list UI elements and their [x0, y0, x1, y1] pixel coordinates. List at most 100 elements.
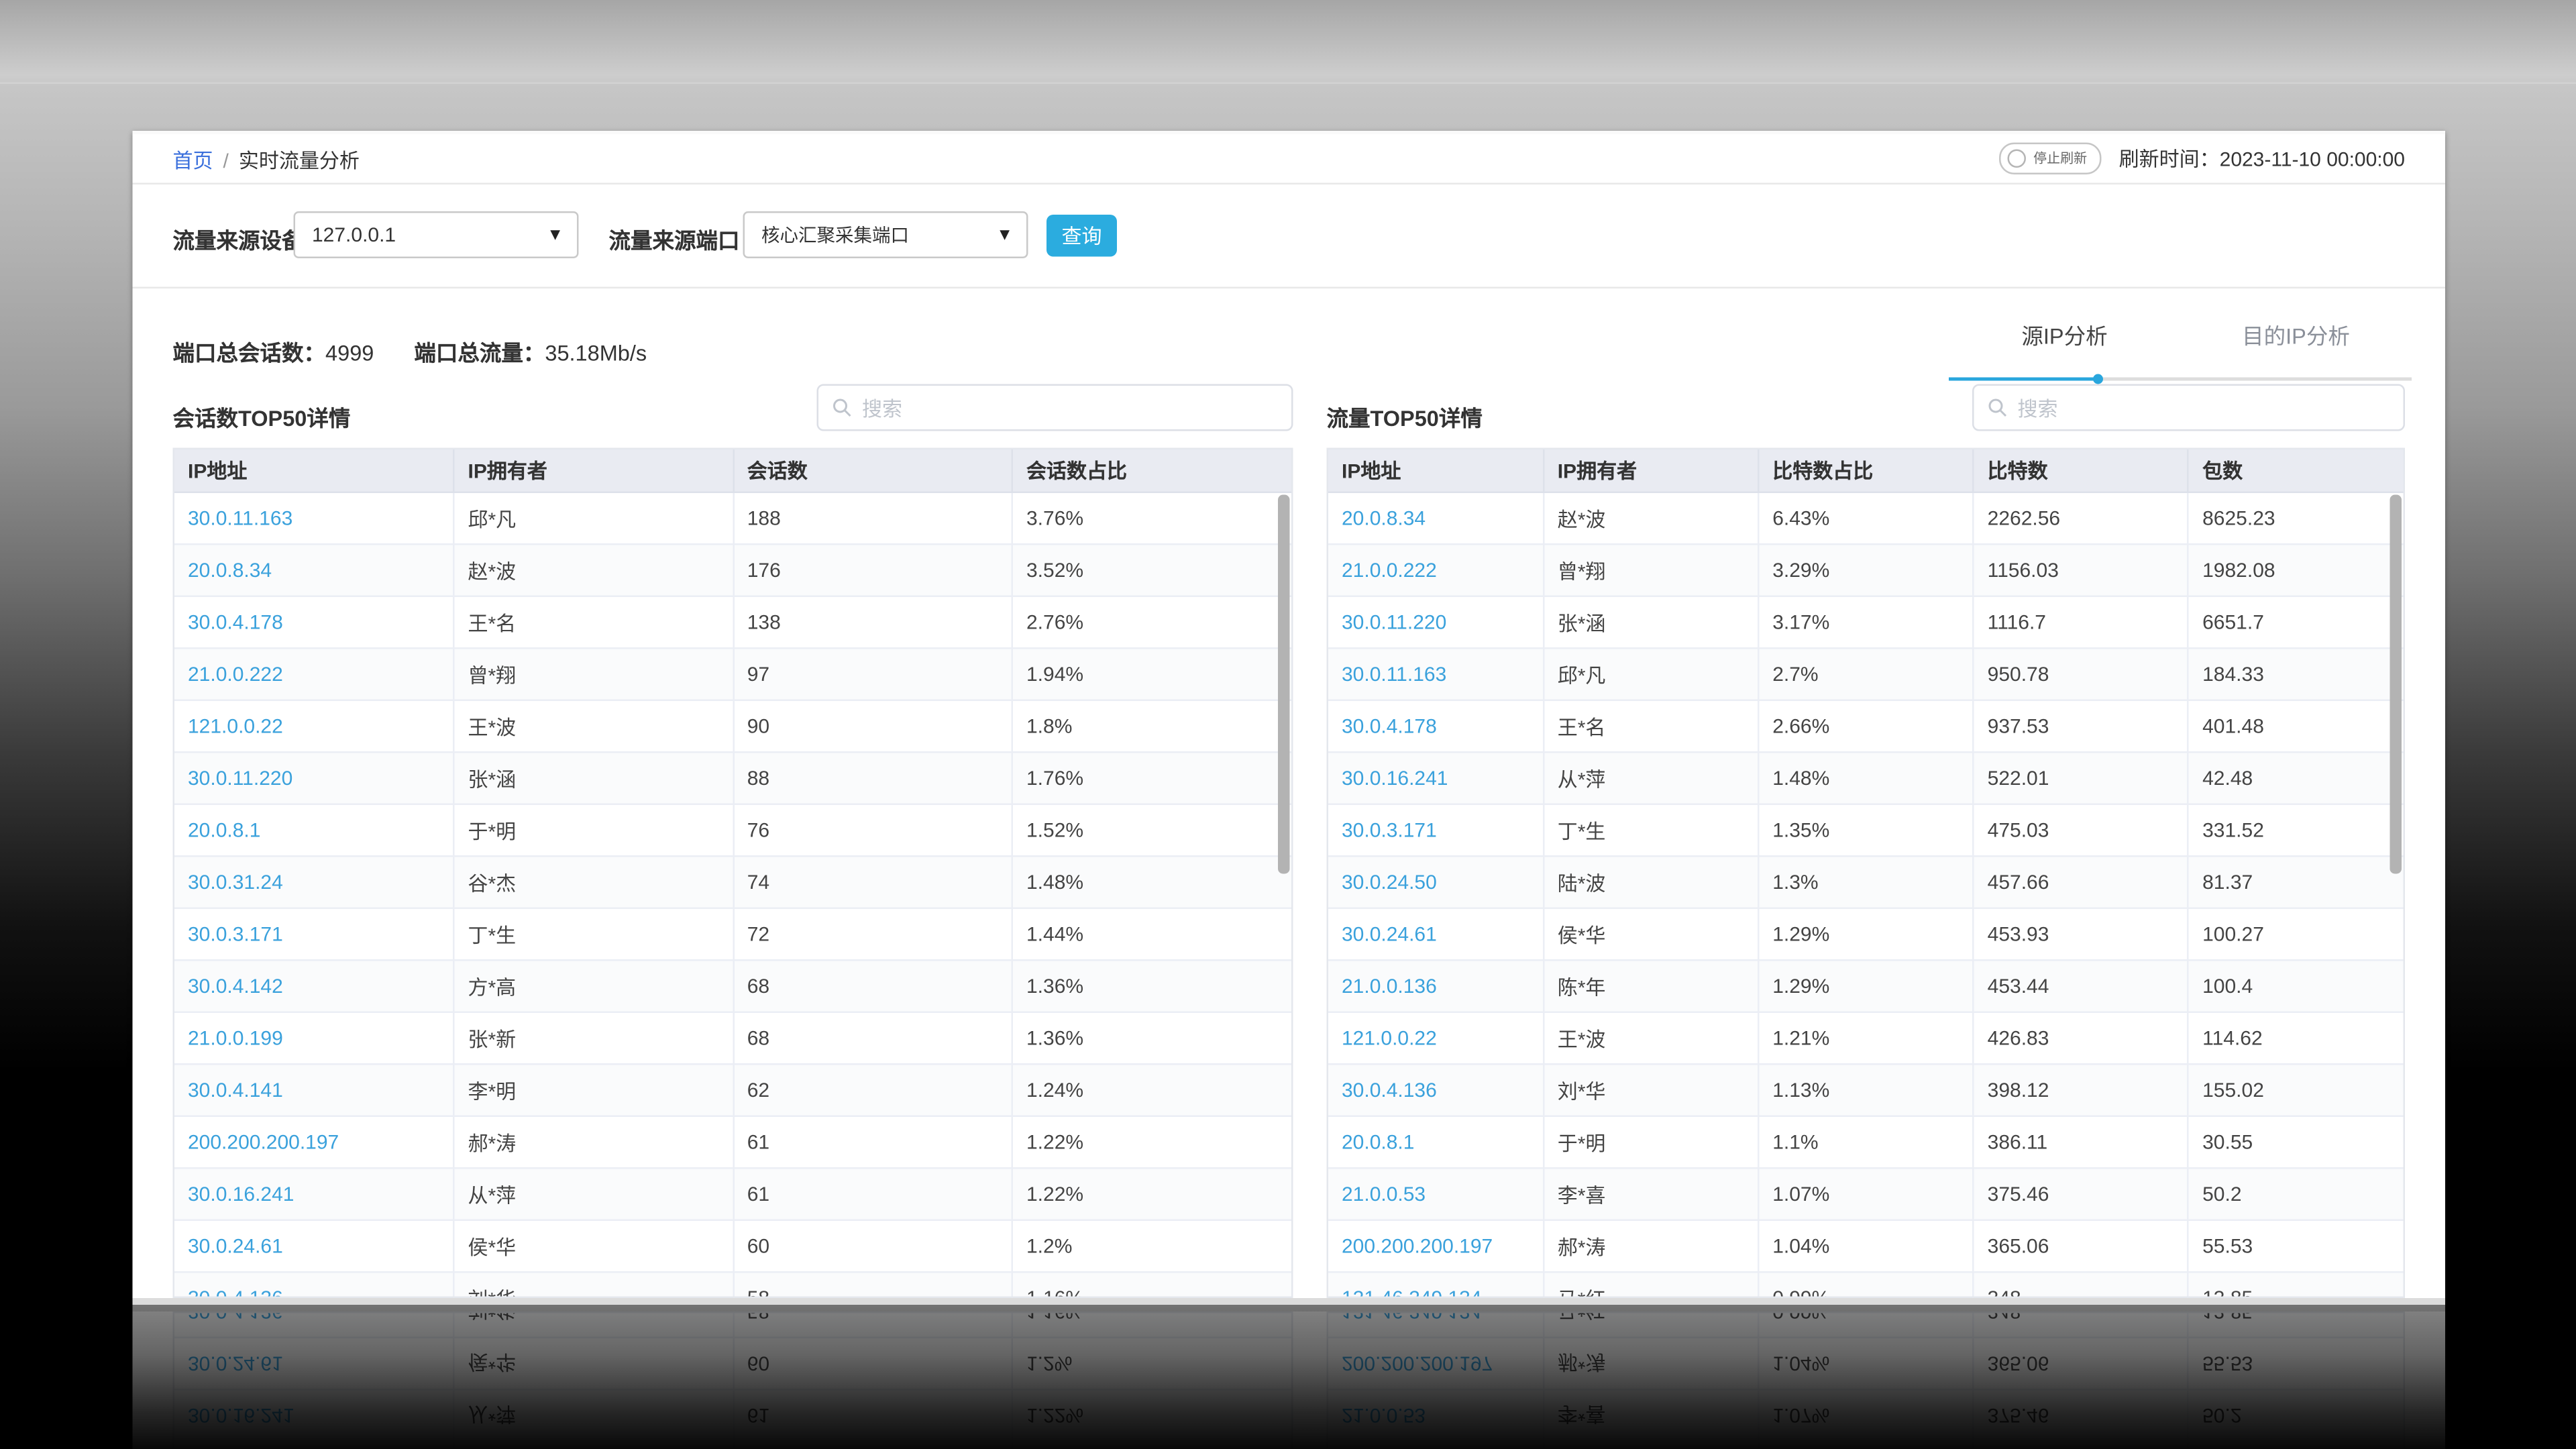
- traffic-panel-title: 流量TOP50详情: [1327, 401, 1483, 433]
- traffic-table: IP地址IP拥有者比特数占比比特数包数 20.0.8.34赵*波6.43%226…: [1327, 448, 2406, 1299]
- data-cell: 522.01: [1973, 752, 2188, 804]
- data-cell: 1.22%: [1012, 1116, 1291, 1169]
- sessions-panel-title: 会话数TOP50详情: [173, 401, 351, 433]
- column-header: 会话数占比: [1012, 449, 1291, 492]
- ip-address-cell: 30.0.16.241: [174, 1168, 453, 1220]
- port-select[interactable]: 核心汇聚采集端口 ▼: [743, 211, 1028, 258]
- data-cell: 1.48%: [1012, 856, 1291, 908]
- table-row: 30.0.24.61侯*华601.2%: [174, 1220, 1291, 1273]
- traffic-search-input[interactable]: 搜索: [1972, 384, 2405, 431]
- ip-address-link[interactable]: 20.0.8.1: [188, 818, 260, 842]
- ip-address-cell: 30.0.24.50: [1328, 856, 1543, 908]
- ip-address-cell: 30.0.11.163: [174, 492, 453, 545]
- ip-address-link[interactable]: 121.0.0.22: [1342, 1026, 1437, 1050]
- data-cell: 赵*波: [453, 544, 733, 596]
- ip-address-link[interactable]: 30.0.4.142: [188, 975, 283, 998]
- stop-refresh-toggle[interactable]: 停止刷新: [2000, 142, 2102, 174]
- ip-address-cell: 21.0.0.53: [1328, 1168, 1543, 1220]
- data-cell: 张*涵: [453, 752, 733, 804]
- sessions-total-label: 端口总会话数：: [173, 341, 326, 366]
- ip-address-link[interactable]: 21.0.0.136: [1342, 975, 1437, 998]
- ip-address-link[interactable]: 30.0.4.178: [1342, 714, 1437, 738]
- table-row: 30.0.3.171丁*生1.35%475.03331.52: [1328, 804, 2404, 857]
- ip-address-link[interactable]: 21.0.0.199: [188, 1026, 283, 1050]
- data-cell: 0.99%: [1758, 1272, 1973, 1298]
- ip-address-link[interactable]: 21.0.0.222: [188, 663, 283, 686]
- ip-address-cell: 30.0.4.142: [174, 960, 453, 1012]
- device-select-label: 流量来源设备: [173, 223, 304, 256]
- ip-address-link[interactable]: 20.0.8.34: [188, 559, 272, 582]
- ip-address-cell: 21.0.0.136: [1328, 960, 1543, 1012]
- ip-address-cell: 121.46.249.134: [1328, 1272, 1543, 1298]
- data-cell: 1.36%: [1012, 960, 1291, 1012]
- ip-address-link[interactable]: 21.0.0.53: [1342, 1183, 1426, 1206]
- table-row: 21.0.0.222曾*翔971.94%: [174, 648, 1291, 700]
- table-row: 30.0.4.178王*名2.66%937.53401.48: [1328, 700, 2404, 753]
- sessions-search-input[interactable]: 搜索: [817, 384, 1293, 431]
- tab-dest-ip[interactable]: 目的IP分析: [2180, 319, 2412, 351]
- data-cell: 从*萍: [453, 1168, 733, 1220]
- breadcrumb: 首页/实时流量分析: [173, 146, 360, 175]
- ip-address-link[interactable]: 30.0.11.163: [1342, 663, 1446, 686]
- data-cell: 于*明: [1543, 1116, 1758, 1169]
- ip-address-link[interactable]: 30.0.16.241: [188, 1183, 294, 1206]
- data-cell: 453.93: [1973, 908, 2188, 961]
- ip-address-link[interactable]: 30.0.24.50: [1342, 871, 1437, 894]
- ip-address-link[interactable]: 30.0.24.61: [1342, 922, 1437, 946]
- table-row: 21.0.0.222曾*翔3.29%1156.031982.08: [1328, 544, 2404, 596]
- sessions-table-scrollbar[interactable]: [1278, 495, 1290, 874]
- table-row: 200.200.200.197郝*涛1.04%365.0655.53: [1328, 1220, 2404, 1273]
- data-cell: 398.12: [1973, 1064, 2188, 1116]
- ip-address-cell: 30.0.11.163: [1328, 648, 1543, 700]
- ip-address-link[interactable]: 30.0.16.241: [1342, 767, 1448, 790]
- ip-address-link[interactable]: 30.0.11.163: [188, 506, 292, 530]
- ip-address-link[interactable]: 30.0.3.171: [1342, 818, 1437, 842]
- data-cell: 68: [733, 960, 1012, 1012]
- ip-address-link[interactable]: 30.0.24.61: [188, 1234, 283, 1258]
- query-button[interactable]: 查询: [1046, 215, 1117, 257]
- tab-source-ip[interactable]: 源IP分析: [1949, 319, 2180, 351]
- sessions-table-header: IP地址IP拥有者会话数会话数占比: [174, 449, 1291, 492]
- data-cell: 郝*涛: [453, 1116, 733, 1169]
- ip-address-cell: 121.0.0.22: [1328, 1012, 1543, 1065]
- data-cell: 陈*年: [1543, 960, 1758, 1012]
- ip-address-link[interactable]: 21.0.0.222: [1342, 559, 1437, 582]
- ip-address-link[interactable]: 121.0.0.22: [188, 714, 283, 738]
- data-cell: 丁*生: [1543, 804, 1758, 857]
- ip-address-link[interactable]: 30.0.31.24: [188, 871, 283, 894]
- chevron-down-icon: ▼: [547, 227, 564, 246]
- ip-address-link[interactable]: 200.200.200.197: [188, 1130, 339, 1154]
- port-select-value: 核心汇聚采集端口: [761, 221, 909, 248]
- ip-address-link[interactable]: 30.0.4.136: [188, 1287, 283, 1299]
- ip-address-link[interactable]: 121.46.249.134: [1342, 1287, 1482, 1299]
- data-cell: 97: [733, 648, 1012, 700]
- ip-address-link[interactable]: 30.0.3.171: [188, 922, 283, 946]
- traffic-table-scrollbar[interactable]: [2390, 495, 2402, 874]
- data-cell: 72: [733, 908, 1012, 961]
- ip-address-link[interactable]: 20.0.8.34: [1342, 506, 1426, 530]
- ip-address-cell: 30.0.24.61: [174, 1220, 453, 1273]
- data-cell: 475.03: [1973, 804, 2188, 857]
- data-cell: 1.22%: [1012, 1168, 1291, 1220]
- table-row: 30.0.4.178王*名1382.76%: [174, 596, 1291, 649]
- data-cell: 于*明: [453, 804, 733, 857]
- ip-address-link[interactable]: 30.0.11.220: [188, 767, 292, 790]
- ip-address-link[interactable]: 30.0.11.220: [1342, 610, 1446, 634]
- data-cell: 3.17%: [1758, 596, 1973, 649]
- ip-address-link[interactable]: 30.0.4.178: [188, 610, 283, 634]
- table-row: 30.0.11.220张*涵881.76%: [174, 752, 1291, 804]
- ip-address-link[interactable]: 30.0.4.136: [1342, 1079, 1437, 1102]
- data-cell: 李*明: [453, 1064, 733, 1116]
- data-cell: 100.27: [2188, 908, 2404, 961]
- data-cell: 刘*华: [453, 1272, 733, 1298]
- device-select[interactable]: 127.0.0.1 ▼: [294, 211, 579, 258]
- data-cell: 114.62: [2188, 1012, 2404, 1065]
- ip-address-link[interactable]: 20.0.8.1: [1342, 1130, 1414, 1154]
- ip-address-link[interactable]: 30.0.4.141: [188, 1079, 283, 1102]
- data-cell: 401.48: [2188, 700, 2404, 753]
- data-cell: 1.29%: [1758, 908, 1973, 961]
- breadcrumb-home-link[interactable]: 首页: [173, 150, 213, 173]
- ip-address-cell: 121.0.0.22: [174, 700, 453, 753]
- data-cell: 68: [733, 1012, 1012, 1065]
- ip-address-link[interactable]: 200.200.200.197: [1342, 1234, 1493, 1258]
